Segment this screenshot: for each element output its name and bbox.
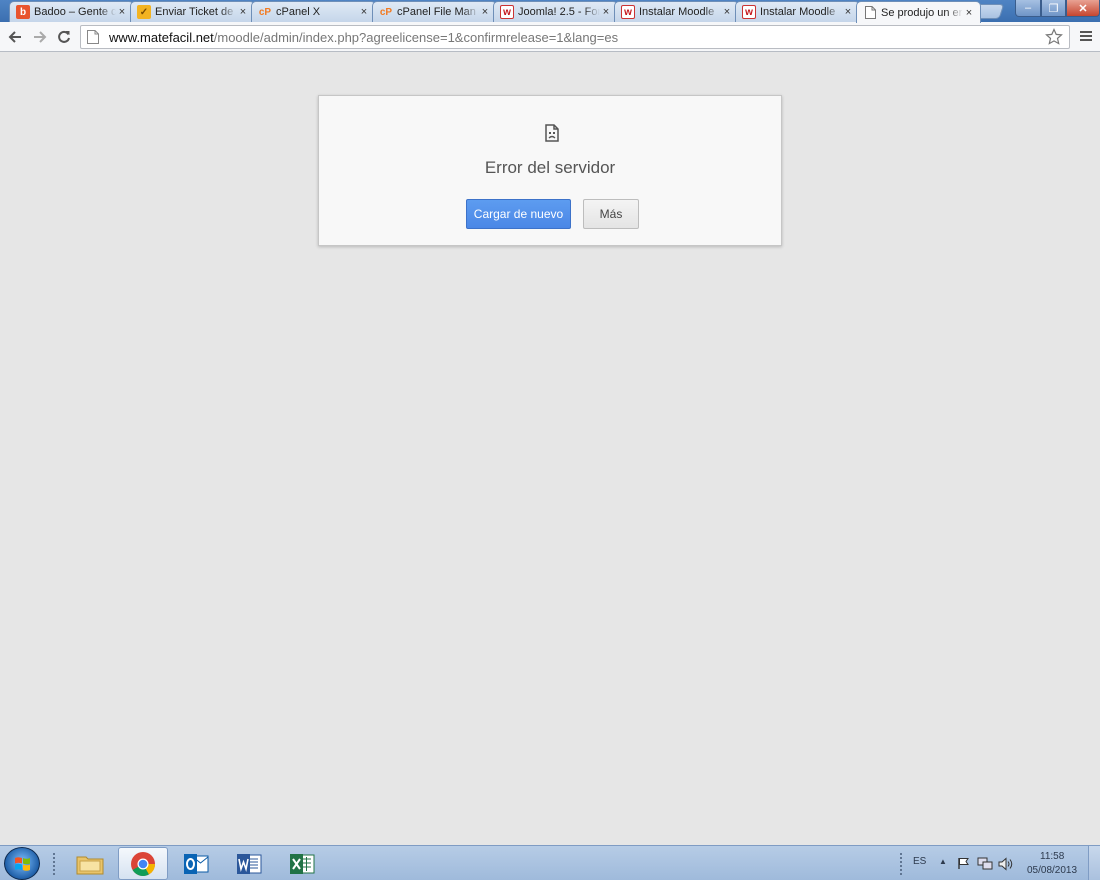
tab-enviar-ticket[interactable]: ✓ Enviar Ticket de × — [130, 1, 255, 22]
language-indicator[interactable]: ES — [913, 856, 926, 867]
reload-page-button[interactable]: Cargar de nuevo — [466, 199, 571, 229]
tab-title: cPanel X — [276, 6, 321, 18]
url-path: /moodle/admin/index.php?agreelicense=1&c… — [213, 29, 619, 45]
chrome-menu-button[interactable] — [1078, 28, 1094, 44]
back-button[interactable] — [4, 26, 26, 48]
forward-arrow-icon — [34, 31, 47, 43]
address-bar[interactable]: www.matefacil.net/moodle/admin/index.php… — [80, 25, 1070, 49]
tab-cpanel-x[interactable]: cP cPanel X × — [251, 1, 376, 22]
tab-title: Instalar Moodle — [760, 6, 836, 18]
ticket-icon: ✓ — [137, 5, 151, 19]
url-text: www.matefacil.net/moodle/admin/index.php… — [109, 30, 618, 45]
tab-close-icon[interactable]: × — [600, 6, 612, 18]
tab-title: Se produjo un er — [881, 6, 963, 19]
clock-date[interactable]: 05/08/2013 — [1027, 865, 1077, 876]
windows-taskbar: ES ▲ 11:58 05/08/2013 — [0, 845, 1100, 880]
url-domain: www.matefacil.net — [109, 29, 214, 45]
tab-close-icon[interactable]: × — [963, 7, 975, 19]
sad-page-icon — [545, 124, 559, 142]
joomla-icon: w — [621, 5, 635, 19]
tab-badoo[interactable]: b Badoo – Gente c × — [9, 1, 134, 22]
network-icon[interactable] — [977, 857, 993, 874]
tab-close-icon[interactable]: × — [237, 6, 249, 18]
back-arrow-icon — [8, 31, 21, 43]
start-button[interactable] — [4, 847, 40, 880]
browser-toolbar: www.matefacil.net/moodle/admin/index.php… — [0, 22, 1100, 52]
windows-logo-icon — [15, 857, 30, 871]
badoo-icon: b — [16, 5, 30, 19]
forward-button[interactable] — [29, 26, 51, 48]
tab-close-icon[interactable]: × — [721, 6, 733, 18]
more-button[interactable]: Más — [583, 199, 639, 229]
joomla-icon: w — [500, 5, 514, 19]
minimize-button[interactable]: ‒ — [1015, 0, 1041, 17]
show-hidden-icons-icon[interactable]: ▲ — [939, 857, 947, 866]
volume-icon[interactable] — [998, 857, 1014, 874]
reload-icon — [58, 30, 70, 43]
page-icon — [863, 6, 877, 20]
outlook-icon[interactable] — [171, 847, 221, 880]
tab-strip: b Badoo – Gente c × ✓ Enviar Ticket de ×… — [0, 0, 1100, 23]
maximize-button[interactable]: ❐ — [1041, 0, 1066, 17]
show-desktop-button[interactable] — [1088, 846, 1100, 880]
tab-title: cPanel File Man — [397, 6, 476, 18]
tab-title: Badoo – Gente c — [34, 6, 116, 18]
cpanel-icon: cP — [379, 6, 393, 18]
tab-close-icon[interactable]: × — [358, 6, 370, 18]
tab-error-active[interactable]: Se produjo un er × — [856, 1, 981, 23]
tab-close-icon[interactable]: × — [116, 6, 128, 18]
tab-close-icon[interactable]: × — [479, 6, 491, 18]
reload-button[interactable] — [53, 26, 75, 48]
clock-time[interactable]: 11:58 — [1040, 851, 1064, 862]
tab-close-icon[interactable]: × — [842, 6, 854, 18]
tab-title: Joomla! 2.5 - For — [518, 6, 600, 18]
page-icon — [87, 30, 99, 44]
action-center-flag-icon[interactable] — [957, 857, 970, 873]
error-title: Error del servidor — [484, 158, 616, 177]
tab-instalar-moodle-1[interactable]: w Instalar Moodle × — [614, 1, 739, 22]
tab-title: Enviar Ticket de — [155, 6, 234, 18]
word-icon[interactable] — [224, 847, 274, 880]
taskbar-grip[interactable] — [52, 852, 56, 876]
joomla-icon: w — [742, 5, 756, 19]
error-card: Error del servidor Cargar de nuevo Más — [318, 95, 782, 246]
file-explorer-icon[interactable] — [65, 847, 115, 880]
cpanel-icon: cP — [258, 6, 272, 18]
excel-icon[interactable] — [277, 847, 327, 880]
chrome-icon[interactable] — [118, 847, 168, 880]
close-window-button[interactable]: ✕ — [1066, 0, 1100, 17]
tray-grip — [899, 852, 903, 876]
tab-cpanel-file-manager[interactable]: cP cPanel File Man × — [372, 1, 497, 22]
tab-title: Instalar Moodle — [639, 6, 715, 18]
tab-instalar-moodle-2[interactable]: w Instalar Moodle × — [735, 1, 860, 22]
tab-joomla[interactable]: w Joomla! 2.5 - For × — [493, 1, 618, 22]
bookmark-star-icon[interactable] — [1045, 28, 1063, 49]
hamburger-menu-icon — [1080, 31, 1092, 41]
